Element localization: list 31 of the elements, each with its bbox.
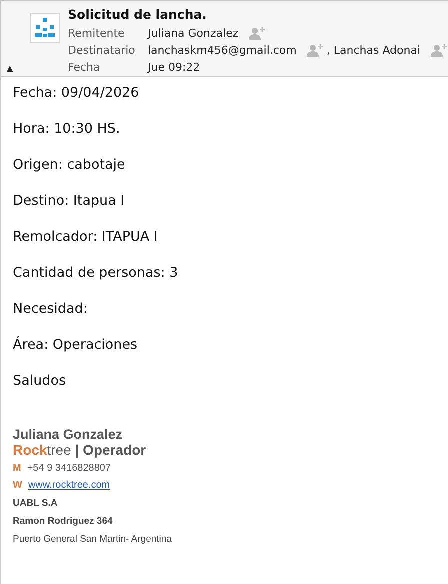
contact-label: M [13, 462, 22, 475]
add-contact-icon[interactable] [248, 27, 265, 40]
body-line: Cantidad de personas: 3 [13, 265, 180, 281]
contact-label: W [13, 479, 22, 492]
body-line: Destino: Itapua I [13, 193, 126, 209]
add-contact-icon[interactable] [306, 44, 323, 57]
field-value: Jue 09:22 [148, 60, 200, 76]
body-line: Saludos [13, 373, 68, 389]
address-line: Puerto General San Martin- Argentina [13, 534, 173, 546]
field-value: lanchaskm456@gmail.com [148, 43, 297, 59]
signature-name: Juliana Gonzalez [13, 427, 124, 442]
field-value: , Lanchas Adonai [326, 43, 421, 59]
collapse-toggle[interactable]: ▲ [7, 64, 14, 73]
body-line: Área: Operaciones [13, 337, 139, 353]
field-label: Destinatario [68, 43, 136, 59]
field-value: Juliana Gonzalez [148, 26, 239, 42]
body-line: Remolcador: ITAPUA I [13, 229, 159, 245]
add-contact-icon[interactable] [430, 44, 447, 57]
address-line: UABL S.A [13, 498, 59, 510]
app-logo-icon [30, 13, 60, 43]
signature-title: Rocktree | Operador [13, 442, 148, 458]
body-line: Hora: 10:30 HS. [13, 121, 122, 137]
body-line: Necesidad: [13, 301, 89, 317]
address-line: Ramon Rodriguez 364 [13, 516, 114, 528]
field-label: Remitente [68, 26, 126, 42]
field-label: Fecha [68, 60, 102, 76]
body-line: Origen: cabotaje [13, 157, 126, 173]
body-line: Fecha: 09/04/2026 [13, 85, 140, 101]
email-subject: Solicitud de lancha. [68, 7, 208, 22]
phone-number: +54 9 3416828807 [27, 462, 112, 475]
website-link[interactable]: www.rocktree.com [28, 479, 110, 492]
